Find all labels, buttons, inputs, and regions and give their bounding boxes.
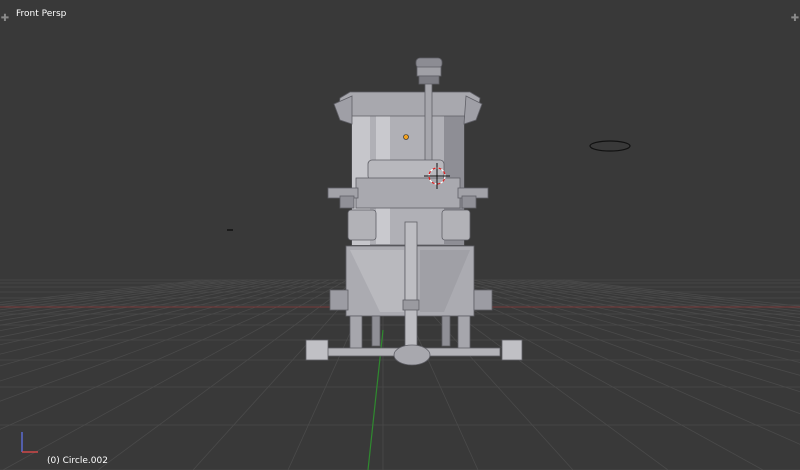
center-pole bbox=[404, 221, 418, 353]
scene-objects[interactable] bbox=[0, 0, 800, 470]
antenna-pole bbox=[424, 81, 433, 163]
antenna-cap bbox=[415, 57, 443, 69]
central-hub bbox=[393, 344, 431, 366]
antenna-cap-mid bbox=[416, 66, 442, 77]
3d-viewport[interactable]: Front Persp (0) Circle.002 ✚ ✚ bbox=[0, 0, 800, 470]
object-origin-dot[interactable] bbox=[403, 134, 409, 140]
side-tab-left bbox=[329, 289, 349, 311]
top-rim-left-flap bbox=[333, 95, 353, 125]
center-pole-joint bbox=[402, 299, 420, 311]
leg-right bbox=[457, 315, 471, 353]
top-rim bbox=[337, 91, 481, 117]
arm-right-block bbox=[461, 195, 477, 209]
axis-gizmo-icon bbox=[21, 432, 38, 453]
object-info-label: (0) Circle.002 bbox=[47, 456, 108, 466]
antenna-cap-base bbox=[418, 75, 440, 85]
leg-inner-right bbox=[441, 315, 451, 347]
foot-right bbox=[501, 339, 523, 361]
leg-left bbox=[349, 315, 363, 353]
robot-model[interactable] bbox=[305, 57, 523, 366]
shoulder-left bbox=[347, 209, 377, 241]
side-tab-right bbox=[473, 289, 493, 311]
plus-icon[interactable]: ✚ bbox=[790, 14, 800, 24]
lamp-circle-icon[interactable] bbox=[589, 140, 631, 152]
arm-left-block bbox=[339, 195, 355, 209]
shoulder-right bbox=[441, 209, 471, 241]
view-name-label: Front Persp bbox=[16, 9, 67, 19]
plus-icon[interactable]: ✚ bbox=[0, 14, 10, 24]
foot-left bbox=[305, 339, 329, 361]
leg-inner-left bbox=[371, 315, 381, 347]
mid-platform-base bbox=[355, 177, 461, 209]
